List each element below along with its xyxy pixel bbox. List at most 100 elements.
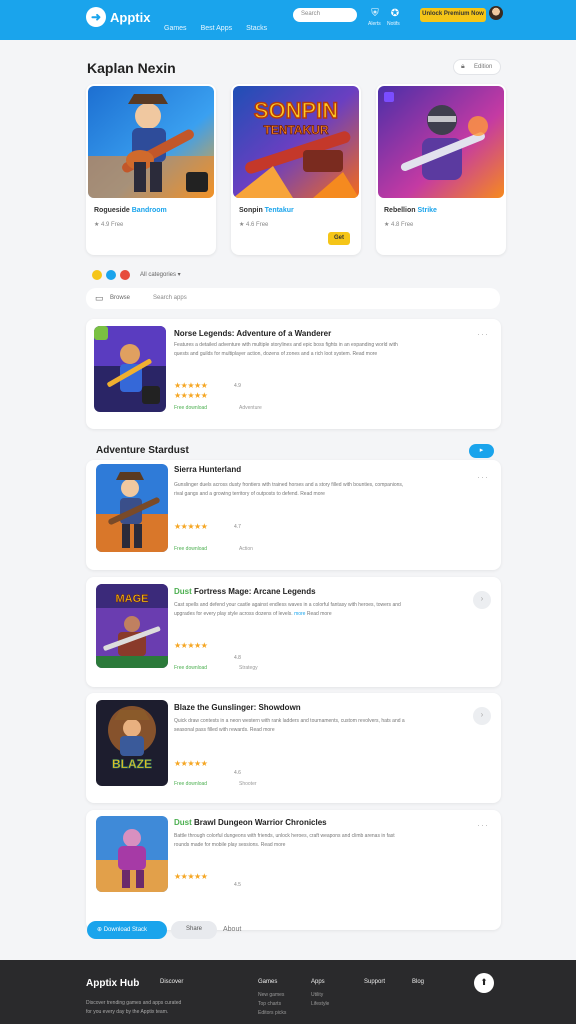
chevron-right-icon[interactable]: › bbox=[473, 707, 491, 725]
chevron-right-icon[interactable]: › bbox=[473, 591, 491, 609]
list-item[interactable]: MAGE Dust Fortress Mage: Arcane Legends … bbox=[86, 577, 501, 687]
rating-value: 4.6 bbox=[234, 770, 241, 776]
main-nav: Games Best Apps Stacks bbox=[164, 25, 267, 32]
featured-card[interactable]: Rebellion Strike ★ 4.8 Free bbox=[376, 84, 506, 255]
read-more-link[interactable]: Read more bbox=[352, 351, 377, 357]
star-rating: ★★★★★ bbox=[174, 381, 208, 390]
app-title[interactable]: Sierra Hunterland bbox=[174, 465, 241, 474]
unlock-premium-button[interactable]: Unlock Premium Now bbox=[420, 8, 486, 22]
footer-link[interactable]: Editors picks bbox=[258, 1010, 286, 1016]
footer-link[interactable]: Utility bbox=[311, 992, 323, 998]
art-subtitle: TENTAKUR bbox=[263, 123, 328, 137]
footer-text: Discover trending games and apps curated bbox=[86, 1000, 182, 1006]
browse-label[interactable]: Browse bbox=[110, 295, 130, 301]
read-more-link[interactable]: Read more bbox=[250, 727, 275, 733]
featured-image-sonpin: SONPIN TENTAKUR bbox=[233, 86, 359, 198]
app-description-text: Cast spells and defend your castle again… bbox=[174, 602, 401, 617]
footer-col-support[interactable]: Support bbox=[364, 979, 385, 985]
featured-meta: ★ 4.6 Free bbox=[239, 222, 269, 228]
download-stack-button[interactable]: ⊕ Download Stack bbox=[87, 921, 167, 939]
more-options-icon[interactable]: ··· bbox=[477, 820, 489, 830]
read-more-link[interactable]: Read more bbox=[307, 611, 332, 617]
category-tag: Action bbox=[239, 546, 253, 552]
app-title-accent: Dust bbox=[174, 587, 192, 596]
filter-dot-yellow[interactable] bbox=[92, 270, 102, 280]
shield-icon-label: Alerts bbox=[368, 21, 381, 27]
filter-dot-red[interactable] bbox=[120, 270, 130, 280]
featured-card[interactable]: SONPIN TENTAKUR Sonpin Tentakur ★ 4.6 Fr… bbox=[231, 84, 361, 255]
read-more-link[interactable]: Read more bbox=[261, 842, 286, 848]
filter-dot-blue[interactable] bbox=[106, 270, 116, 280]
footer-link[interactable]: New games bbox=[258, 992, 284, 998]
category-tag: Adventure bbox=[239, 405, 262, 411]
featured-image-guitarist bbox=[88, 86, 214, 198]
app-title[interactable]: Blaze the Gunslinger: Showdown bbox=[174, 703, 301, 712]
book-icon[interactable]: ▭ bbox=[95, 293, 104, 304]
get-button[interactable]: Get bbox=[328, 232, 350, 245]
featured-image-rebellion bbox=[378, 86, 504, 198]
app-title[interactable]: Dust Brawl Dungeon Warrior Chronicles bbox=[174, 818, 327, 827]
nav-item-stacks[interactable]: Stacks bbox=[246, 25, 267, 32]
list-item[interactable]: Sierra Hunterland Gunslinger duels acros… bbox=[86, 460, 501, 570]
category-dropdown[interactable]: All categories ▾ bbox=[140, 271, 181, 278]
category-tag: Strategy bbox=[239, 665, 258, 671]
logo[interactable]: ➜ Apptix bbox=[86, 7, 150, 27]
featured-meta: ★ 4.9 Free bbox=[94, 222, 124, 228]
app-description-text: Quick draw contests in a neon western wi… bbox=[174, 718, 405, 733]
footer-col-blog[interactable]: Blog bbox=[412, 979, 424, 985]
app-title-text: Fortress Mage: Arcane Legends bbox=[194, 587, 316, 596]
featured-card[interactable]: Rogueside Bandroom ★ 4.9 Free bbox=[86, 84, 216, 255]
footer-col-apps[interactable]: Apps bbox=[311, 979, 325, 985]
shield-icon[interactable]: ⛨ bbox=[368, 8, 382, 22]
bell-icon[interactable]: ✪ bbox=[388, 8, 402, 22]
rating-value: 4.8 bbox=[234, 655, 241, 661]
footer-brand: Apptix Hub bbox=[86, 978, 140, 989]
logo-mark-icon: ➜ bbox=[86, 7, 106, 27]
featured-title-accent: Bandroom bbox=[131, 207, 167, 214]
app-thumbnail bbox=[96, 464, 168, 552]
list-item[interactable]: Dust Brawl Dungeon Warrior Chronicles Ba… bbox=[86, 810, 501, 930]
about-link[interactable]: About bbox=[223, 926, 241, 933]
edition-label: Edition bbox=[474, 64, 493, 70]
list-item[interactable]: Norse Legends: Adventure of a Wanderer F… bbox=[86, 319, 501, 429]
app-description: Gunslinger duels across dusty frontiers … bbox=[174, 481, 406, 498]
avatar[interactable] bbox=[489, 6, 503, 20]
footer-col-discover[interactable]: Discover bbox=[160, 979, 183, 985]
featured-title-main: Rebellion bbox=[384, 207, 416, 214]
section-next-button[interactable]: ▸ bbox=[469, 444, 494, 458]
logo-text: Apptix bbox=[110, 9, 151, 25]
footer-link[interactable]: Lifestyle bbox=[311, 1001, 329, 1007]
app-title[interactable]: Dust Fortress Mage: Arcane Legends bbox=[174, 587, 316, 596]
footer-link[interactable]: Top charts bbox=[258, 1001, 281, 1007]
search-input[interactable]: Search apps bbox=[153, 295, 187, 301]
star-rating: ★★★★★ bbox=[174, 522, 208, 531]
app-description: Cast spells and defend your castle again… bbox=[174, 601, 406, 618]
header-search-input[interactable]: Search bbox=[293, 8, 357, 22]
app-thumbnail bbox=[94, 326, 166, 412]
app-title[interactable]: Norse Legends: Adventure of a Wanderer bbox=[174, 329, 331, 338]
nav-item-games[interactable]: Games bbox=[164, 25, 187, 32]
download-link[interactable]: Free download bbox=[174, 665, 207, 671]
featured-title: Sonpin Tentakur bbox=[239, 207, 294, 214]
app-thumbnail bbox=[96, 816, 168, 892]
download-link[interactable]: Free download bbox=[174, 546, 207, 552]
featured-title-accent: Strike bbox=[417, 207, 437, 214]
inline-link[interactable]: more bbox=[294, 611, 305, 617]
app-title-accent: Dust bbox=[174, 818, 192, 827]
list-item[interactable]: BLAZE Blaze the Gunslinger: Showdown Qui… bbox=[86, 693, 501, 803]
scroll-top-button[interactable]: ⬆ bbox=[474, 973, 494, 993]
edition-button[interactable]: 🔒︎ Edition bbox=[453, 59, 501, 75]
read-more-link[interactable]: Read more bbox=[300, 491, 325, 497]
more-options-icon[interactable]: ··· bbox=[477, 329, 489, 339]
browse-toolbar: ▭ Browse Search apps bbox=[86, 288, 500, 309]
share-button[interactable]: Share bbox=[171, 921, 217, 939]
rating-value: 4.7 bbox=[234, 524, 241, 530]
more-options-icon[interactable]: ··· bbox=[477, 472, 489, 482]
art-title: SONPIN bbox=[254, 98, 338, 123]
download-link[interactable]: Free download bbox=[174, 405, 207, 411]
footer-col-games[interactable]: Games bbox=[258, 979, 277, 985]
star-rating: ★★★★★ bbox=[174, 872, 208, 881]
nav-item-best-apps[interactable]: Best Apps bbox=[201, 25, 233, 32]
download-link[interactable]: Free download bbox=[174, 781, 207, 787]
featured-title-main: Rogueside bbox=[94, 207, 130, 214]
